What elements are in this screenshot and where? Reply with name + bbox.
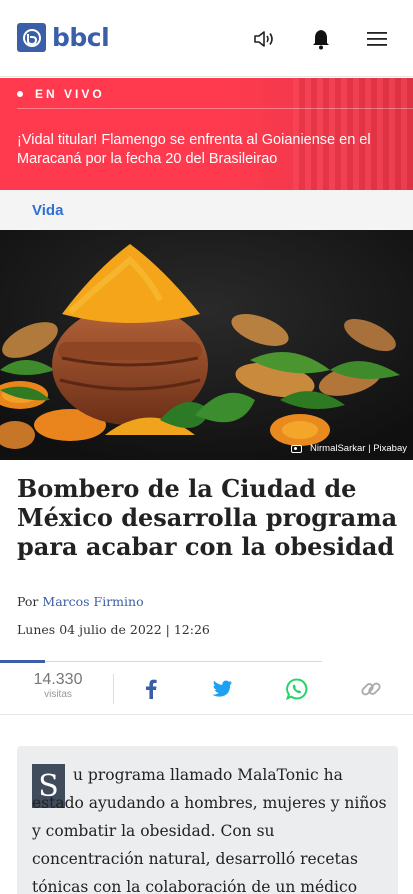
site-logo[interactable]: bbcl	[17, 23, 110, 52]
article-title: Bombero de la Ciudad de México desarroll…	[17, 474, 398, 561]
live-headline[interactable]: ¡Vidal titular! Flamengo se enfrenta al …	[17, 131, 397, 169]
view-count: 14.330	[33, 671, 83, 688]
share-bottom-border	[0, 714, 413, 715]
article-lead-text: u programa llamado MalaTonic ha estado a…	[32, 766, 387, 894]
facebook-share-icon[interactable]	[139, 677, 163, 701]
view-counter: 14.330 visitas	[30, 671, 86, 700]
logo-text: bbcl	[52, 23, 110, 52]
twitter-share-icon[interactable]	[210, 677, 234, 701]
share-accent	[0, 660, 45, 663]
image-credit: NirmalSarkar | Pixabay	[291, 443, 407, 454]
share-separator	[113, 674, 114, 704]
live-dot-icon	[17, 91, 23, 97]
author-link[interactable]: Marcos Firmino	[42, 594, 143, 609]
logo-mark-icon	[17, 23, 46, 52]
section-bar: Vida	[0, 190, 413, 230]
live-indicator: EN VIVO	[17, 87, 105, 101]
image-credit-text: NirmalSarkar | Pixabay	[310, 443, 407, 454]
live-banner[interactable]: EN VIVO ¡Vidal titular! Flamengo se enfr…	[0, 78, 413, 190]
hero-image: NirmalSarkar | Pixabay	[0, 230, 413, 460]
live-divider	[17, 108, 413, 109]
article-lead-card: S u programa llamado MalaTonic ha estado…	[17, 746, 398, 894]
menu-icon[interactable]	[364, 26, 390, 52]
section-link[interactable]: Vida	[32, 202, 63, 219]
whatsapp-share-icon[interactable]	[285, 677, 309, 701]
article-date: Lunes 04 julio de 2022 | 12:26	[17, 622, 210, 637]
live-label: EN VIVO	[35, 87, 105, 101]
article-byline: Por Marcos Firmino	[17, 594, 144, 609]
speaker-icon[interactable]	[252, 26, 278, 52]
byline-prefix: Por	[17, 594, 39, 609]
share-divider	[0, 661, 322, 662]
camera-icon	[291, 444, 303, 453]
view-label: visitas	[44, 689, 72, 700]
bell-icon[interactable]	[308, 26, 334, 52]
turmeric-illustration	[0, 230, 413, 460]
copy-link-icon[interactable]	[359, 677, 383, 701]
site-header: bbcl	[0, 0, 413, 77]
